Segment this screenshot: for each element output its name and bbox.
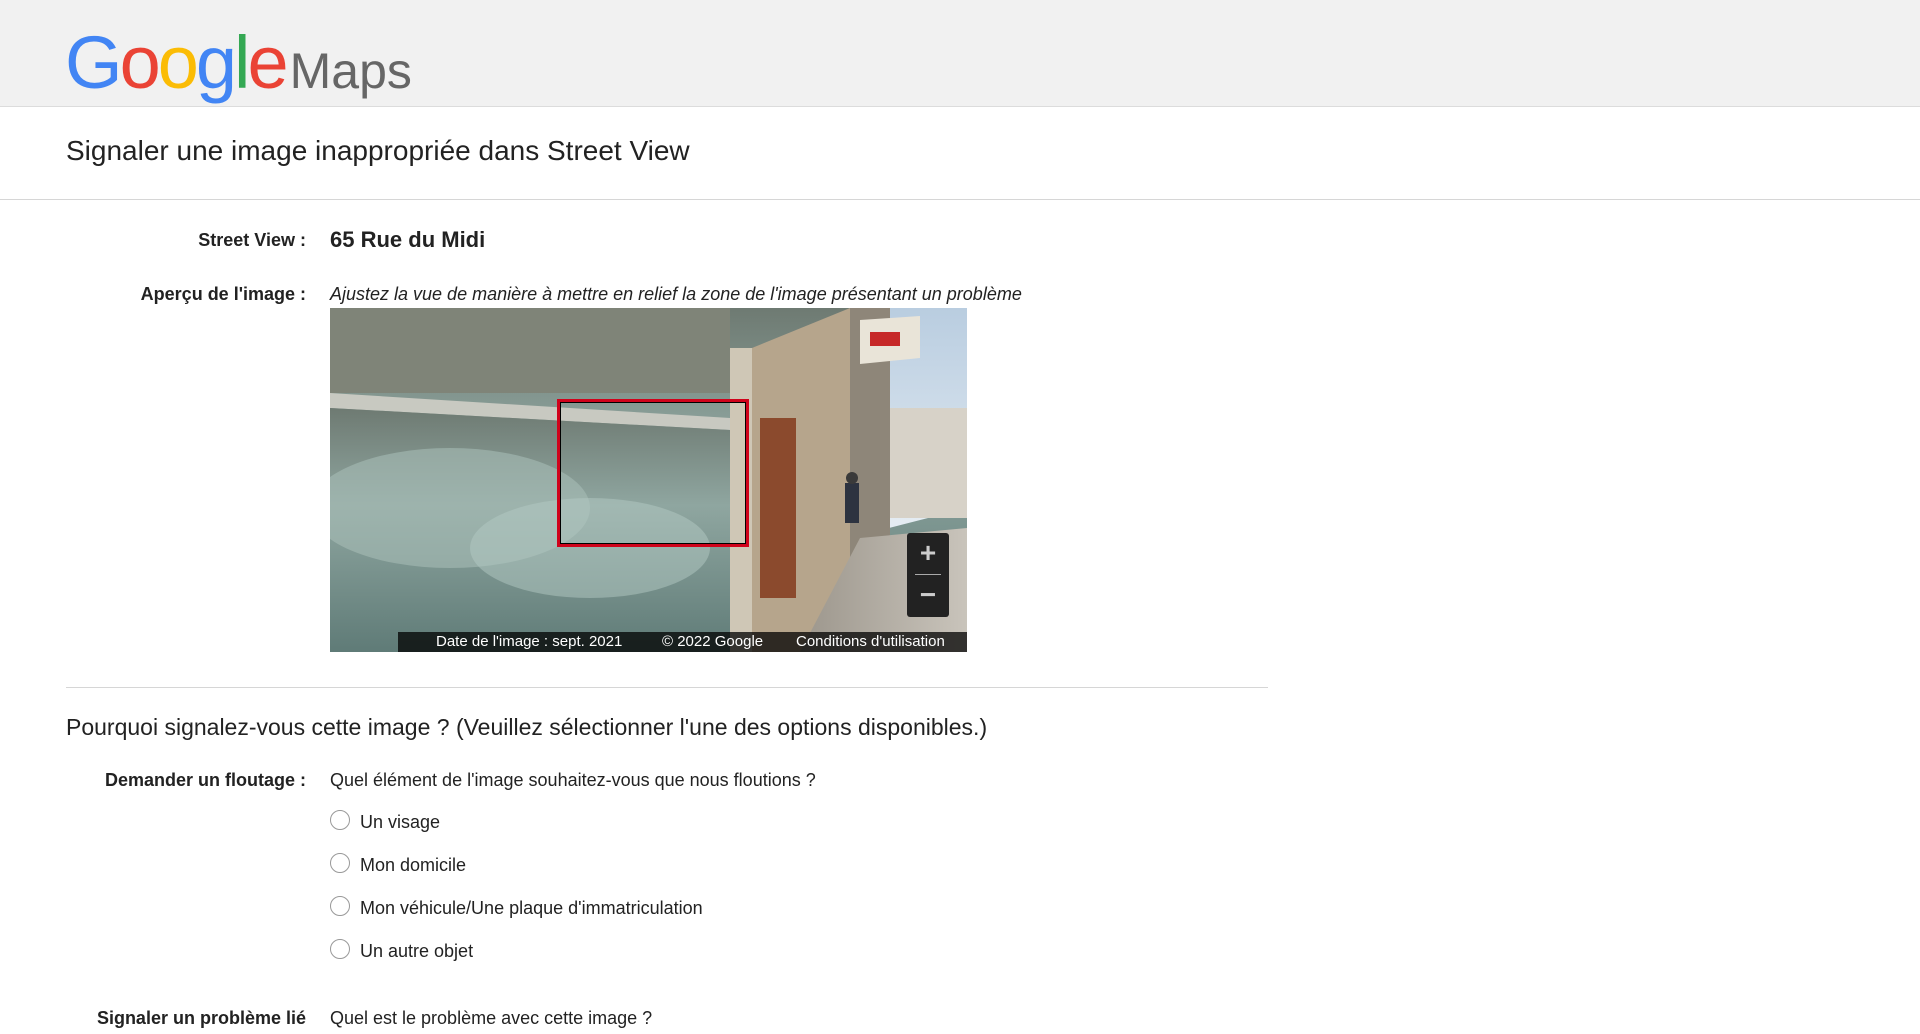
zoom-out-button[interactable]: −	[907, 575, 949, 617]
logo-letter: l	[234, 21, 251, 104]
radio-button[interactable]	[330, 809, 350, 830]
street-view-label: Street View :	[198, 230, 306, 250]
page-title: Signaler une image inappropriée dans Str…	[66, 135, 690, 166]
option-home[interactable]: Mon domicile	[330, 852, 467, 876]
option-label: Mon domicile	[360, 855, 467, 875]
option-face[interactable]: Un visage	[330, 809, 441, 833]
radio-button[interactable]	[330, 938, 350, 959]
google-wordmark: Google	[65, 26, 289, 100]
street-view-address: 65 Rue du Midi	[330, 227, 486, 252]
reason-heading: Pourquoi signalez-vous cette image ? (Ve…	[66, 714, 988, 740]
image-info-bar: Date de l'image : sept. 2021 © 2022 Goog…	[398, 632, 967, 652]
maps-wordmark: Maps	[289, 43, 412, 99]
radio-button[interactable]	[330, 852, 350, 873]
preview-hint: Ajustez la vue de manière à mettre en re…	[330, 284, 1022, 304]
related-issue-question: Quel est le problème avec cette image ?	[330, 1008, 653, 1028]
logo-letter: o	[119, 21, 161, 104]
google-maps-logo[interactable]: Google Maps	[65, 26, 412, 100]
zoom-control: + −	[907, 533, 949, 617]
street-view-preview[interactable]: + − Date de l'image : sept. 2021 © 2022 …	[330, 308, 967, 652]
option-label: Mon véhicule/Une plaque d'immatriculatio…	[360, 898, 703, 918]
image-date: Date de l'image : sept. 2021	[436, 633, 623, 650]
preview-label: Aperçu de l'image :	[140, 284, 306, 304]
zoom-in-button[interactable]: +	[907, 533, 949, 575]
logo-letter: o	[157, 21, 199, 104]
zoom-divider	[915, 574, 941, 575]
related-issue-label: Signaler un problème lié	[96, 1008, 306, 1028]
top-bar: Google Maps	[0, 0, 1920, 107]
option-label: Un visage	[360, 812, 441, 832]
logo-letter: G	[65, 21, 123, 104]
option-label: Un autre objet	[360, 941, 474, 961]
section-divider	[66, 687, 1268, 688]
blur-question: Quel élément de l'image souhaitez-vous q…	[330, 770, 816, 790]
radio-button[interactable]	[330, 895, 350, 916]
option-other-object[interactable]: Un autre objet	[330, 938, 474, 962]
blur-request-label: Demander un floutage :	[104, 770, 306, 790]
copyright-text: © 2022 Google	[662, 633, 764, 650]
option-vehicle[interactable]: Mon véhicule/Une plaque d'immatriculatio…	[330, 895, 703, 919]
logo-letter: e	[247, 21, 288, 104]
logo-letter: g	[195, 21, 237, 104]
terms-link[interactable]: Conditions d'utilisation	[796, 632, 945, 652]
title-bar: Signaler une image inappropriée dans Str…	[0, 107, 1920, 200]
highlight-box[interactable]	[557, 399, 749, 547]
